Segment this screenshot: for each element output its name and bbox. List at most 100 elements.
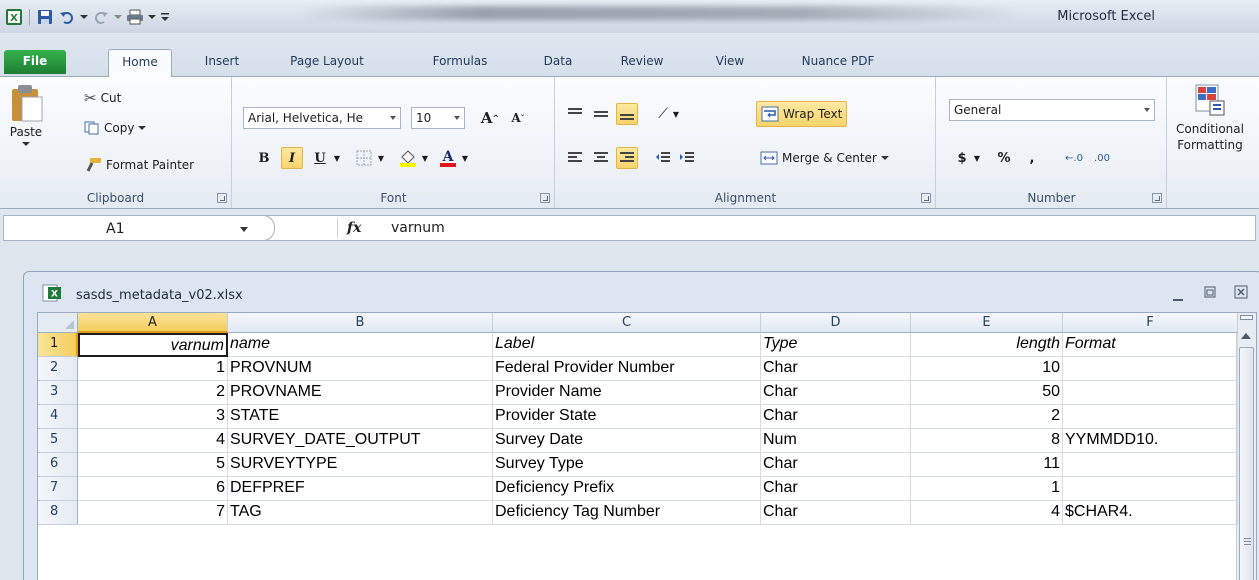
column-header-b[interactable]: B <box>228 313 493 333</box>
cell-a7[interactable]: 6 <box>78 477 228 501</box>
increase-decimal-icon[interactable]: ←.0 <box>1063 147 1085 169</box>
currency-icon[interactable]: $ <box>951 147 973 169</box>
cell-b7[interactable]: DEFPREF <box>228 477 493 501</box>
font-name-combo[interactable]: Arial, Helvetica, He <box>243 107 401 129</box>
name-box-dropdown-icon[interactable] <box>240 227 248 232</box>
decrease-indent-icon[interactable] <box>652 147 674 169</box>
cell-e6[interactable]: 11 <box>911 453 1063 477</box>
cell-e1[interactable]: length <box>911 333 1063 357</box>
cell-d8[interactable]: Char <box>761 501 911 525</box>
cell-c2[interactable]: Federal Provider Number <box>493 357 761 381</box>
align-middle-icon[interactable] <box>590 103 612 125</box>
font-launcher-icon[interactable] <box>540 193 550 203</box>
cell-d7[interactable]: Char <box>761 477 911 501</box>
tab-formulas[interactable]: Formulas <box>420 49 500 77</box>
workbook-excel-icon[interactable]: X <box>42 284 62 305</box>
cell-f7[interactable] <box>1063 477 1238 501</box>
minimize-icon[interactable] <box>1172 291 1184 305</box>
column-header-c[interactable]: C <box>493 313 761 333</box>
tab-data[interactable]: Data <box>534 49 582 77</box>
row-header-2[interactable]: 2 <box>38 357 78 381</box>
excel-logo-icon[interactable]: X <box>4 7 24 27</box>
undo-dropdown-icon[interactable] <box>79 7 89 27</box>
cell-d5[interactable]: Num <box>761 429 911 453</box>
wrap-text-button[interactable]: Wrap Text <box>756 101 848 127</box>
restore-icon[interactable] <box>1204 286 1216 301</box>
cell-c7[interactable]: Deficiency Prefix <box>493 477 761 501</box>
cell-f3[interactable] <box>1063 381 1238 405</box>
tab-view[interactable]: View <box>706 49 754 77</box>
spreadsheet-grid[interactable]: A B C D E F 1 varnum name Label Type length Format 2 1… <box>37 312 1257 580</box>
tab-insert[interactable]: Insert <box>196 49 248 77</box>
vertical-scrollbar[interactable] <box>1236 313 1256 580</box>
scroll-up-icon[interactable] <box>1241 333 1251 339</box>
decrease-decimal-icon[interactable]: .00 <box>1091 147 1113 169</box>
clipboard-launcher-icon[interactable] <box>217 193 227 203</box>
cell-a5[interactable]: 4 <box>78 429 228 453</box>
cell-b8[interactable]: TAG <box>228 501 493 525</box>
cell-c6[interactable]: Survey Type <box>493 453 761 477</box>
align-left-icon[interactable] <box>564 147 586 169</box>
tab-page-layout[interactable]: Page Layout <box>282 49 372 77</box>
row-header-8[interactable]: 8 <box>38 501 78 525</box>
conditional-formatting-button[interactable]: Conditional Formatting <box>1176 83 1244 153</box>
cell-b3[interactable]: PROVNAME <box>228 381 493 405</box>
print-dropdown-icon[interactable] <box>147 7 157 27</box>
save-icon[interactable] <box>35 7 55 27</box>
row-header-7[interactable]: 7 <box>38 477 78 501</box>
formula-bar-splitter[interactable] <box>255 215 275 241</box>
column-header-a[interactable]: A <box>78 313 228 333</box>
align-right-icon[interactable] <box>616 147 638 169</box>
cell-c8[interactable]: Deficiency Tag Number <box>493 501 761 525</box>
alignment-launcher-icon[interactable] <box>921 193 931 203</box>
cell-e8[interactable]: 4 <box>911 501 1063 525</box>
tab-home[interactable]: Home <box>108 49 172 77</box>
cell-f4[interactable] <box>1063 405 1238 429</box>
cell-b1[interactable]: name <box>228 333 493 357</box>
tab-nuance-pdf[interactable]: Nuance PDF <box>790 49 886 77</box>
print-icon[interactable] <box>125 7 145 27</box>
customize-qat-icon[interactable] <box>159 7 171 27</box>
copy-button[interactable]: Copy <box>84 121 147 135</box>
orientation-dropdown-icon[interactable]: ▼ <box>670 103 682 125</box>
borders-dropdown-icon[interactable]: ▼ <box>375 147 387 169</box>
cell-a3[interactable]: 2 <box>78 381 228 405</box>
cut-button[interactable]: ✂ Cut <box>84 89 121 107</box>
underline-icon[interactable]: U <box>309 147 331 169</box>
merge-center-button[interactable]: Merge & Center <box>760 147 889 169</box>
cell-f6[interactable] <box>1063 453 1238 477</box>
cell-d3[interactable]: Char <box>761 381 911 405</box>
column-header-e[interactable]: E <box>911 313 1063 333</box>
row-header-5[interactable]: 5 <box>38 429 78 453</box>
number-launcher-icon[interactable] <box>1152 193 1162 203</box>
cell-e2[interactable]: 10 <box>911 357 1063 381</box>
cell-b4[interactable]: STATE <box>228 405 493 429</box>
fill-color-icon[interactable] <box>397 147 419 169</box>
insert-function-icon[interactable]: fx <box>347 220 361 236</box>
cell-a1[interactable]: varnum <box>78 333 228 357</box>
cell-e4[interactable]: 2 <box>911 405 1063 429</box>
align-center-icon[interactable] <box>590 147 612 169</box>
column-header-d[interactable]: D <box>761 313 911 333</box>
formula-content[interactable]: varnum <box>391 220 445 236</box>
row-header-4[interactable]: 4 <box>38 405 78 429</box>
cell-d4[interactable]: Char <box>761 405 911 429</box>
comma-style-icon[interactable]: , <box>1021 147 1043 169</box>
name-box[interactable]: A1 <box>3 215 257 241</box>
cell-e3[interactable]: 50 <box>911 381 1063 405</box>
bold-icon[interactable]: B <box>253 147 275 169</box>
row-header-1[interactable]: 1 <box>38 333 78 357</box>
cell-b6[interactable]: SURVEYTYPE <box>228 453 493 477</box>
shrink-font-icon[interactable]: Aˇ <box>507 107 529 129</box>
select-all-corner[interactable] <box>38 313 78 333</box>
undo-icon[interactable] <box>57 7 77 27</box>
close-icon[interactable] <box>1234 285 1248 302</box>
tab-file[interactable]: File <box>4 50 66 74</box>
cell-f2[interactable] <box>1063 357 1238 381</box>
fill-color-dropdown-icon[interactable]: ▼ <box>419 147 431 169</box>
cell-e5[interactable]: 8 <box>911 429 1063 453</box>
format-painter-button[interactable]: Format Painter <box>84 157 194 173</box>
currency-dropdown-icon[interactable]: ▼ <box>971 147 983 169</box>
cell-a2[interactable]: 1 <box>78 357 228 381</box>
redo-dropdown-icon[interactable] <box>113 7 123 27</box>
